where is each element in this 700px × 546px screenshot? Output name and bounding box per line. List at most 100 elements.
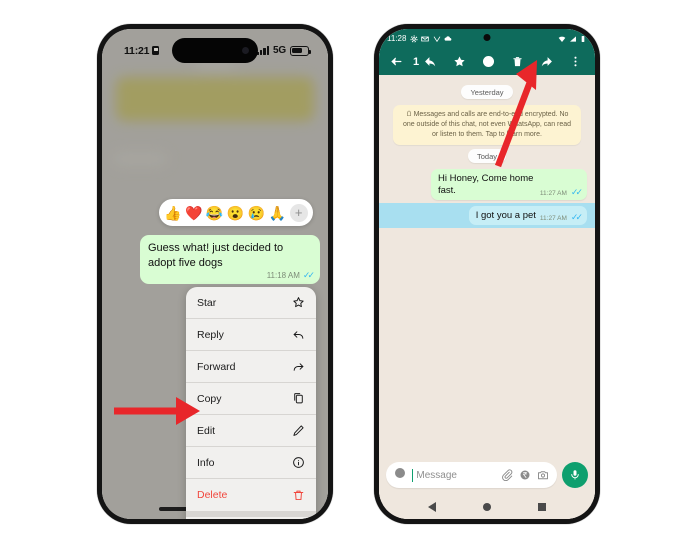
- context-menu-item-reply[interactable]: Reply: [186, 319, 316, 351]
- back-arrow-icon[interactable]: [386, 51, 407, 72]
- message-text: Hi Honey, Come home fast.: [438, 173, 534, 197]
- whatsapp-app: 11:28 1 Yesterday Messages and calls are…: [379, 29, 595, 519]
- forward-icon[interactable]: [536, 51, 557, 72]
- info-icon: [291, 456, 305, 470]
- message-input-bar: Message: [379, 457, 595, 495]
- nav-recents-icon[interactable]: [537, 503, 546, 511]
- context-menu-item-delete[interactable]: Delete: [186, 479, 316, 511]
- iphone-device: 11:21 5G 👍 ❤️ 😂 😮 😢 🙏 + Guess what! just…: [97, 24, 333, 524]
- message-text: I got you a pet: [475, 210, 536, 222]
- context-menu-item-copy[interactable]: Copy: [186, 383, 316, 415]
- encryption-notice[interactable]: Messages and calls are end-to-end encryp…: [393, 105, 581, 146]
- android-nav-bar: [379, 495, 595, 519]
- reaction-surprised-icon[interactable]: 😮: [227, 206, 244, 220]
- reaction-sad-icon[interactable]: 😢: [248, 206, 265, 220]
- star-icon[interactable]: [449, 51, 470, 72]
- date-separator-yesterday: Yesterday: [461, 85, 513, 99]
- forward-icon: [291, 360, 305, 374]
- reply-icon[interactable]: [420, 51, 441, 72]
- nav-home-icon[interactable]: [482, 503, 491, 511]
- context-menu-item-info[interactable]: Info: [186, 447, 316, 479]
- info-icon[interactable]: [478, 51, 499, 72]
- status-right-icons: 5G: [256, 45, 311, 56]
- status-right-group: [558, 35, 587, 43]
- status-time: 11:28: [387, 34, 407, 43]
- date-separator-yesterday-row: Yesterday: [387, 85, 587, 99]
- message-input[interactable]: Message: [416, 470, 495, 481]
- message-time: 11:27 AM: [539, 215, 567, 223]
- reaction-heart-icon[interactable]: ❤️: [185, 206, 202, 220]
- context-item-label: Star: [197, 296, 217, 309]
- toolbar-actions: [420, 51, 588, 72]
- selected-count: 1: [413, 55, 420, 68]
- message-time: 11:27 AM: [539, 190, 567, 198]
- message-bubble[interactable]: I got you a pet 11:27 AM ✓✓: [468, 206, 587, 226]
- text-caret: [412, 468, 414, 482]
- message-row[interactable]: Hi Honey, Come home fast. 11:27 AM ✓✓: [387, 169, 587, 201]
- date-separator-today-row: Today: [387, 149, 587, 164]
- overflow-icon[interactable]: [565, 51, 586, 72]
- cloud-icon: [445, 35, 452, 41]
- context-menu-item-star[interactable]: Star: [186, 287, 316, 319]
- lock-icon: [152, 46, 160, 55]
- android-screen: 11:28 1 Yesterday Messages and calls are…: [379, 29, 595, 519]
- status-time: 11:21: [124, 44, 150, 57]
- context-menu-item-forward[interactable]: Forward: [186, 351, 316, 383]
- message-input-pill[interactable]: Message: [386, 462, 557, 488]
- encryption-notice-text: Messages and calls are end-to-end encryp…: [402, 111, 572, 139]
- date-separator-today: Today: [467, 149, 506, 164]
- chat-thread: Yesterday Messages and calls are end-to-…: [379, 75, 595, 457]
- trash-icon: [291, 488, 305, 502]
- selection-toolbar: 1: [379, 48, 595, 75]
- message-time: 11:18 AM: [266, 271, 300, 281]
- battery-icon: [581, 35, 585, 42]
- camera-icon[interactable]: [537, 469, 549, 481]
- message-bubble[interactable]: Hi Honey, Come home fast. 11:27 AM ✓✓: [431, 169, 587, 201]
- message-row-selected[interactable]: I got you a pet 11:27 AM ✓✓: [379, 203, 595, 229]
- wifi-icon: [558, 36, 566, 42]
- reaction-thumbsup-icon[interactable]: 👍: [164, 206, 181, 220]
- status-time-group: 11:21: [124, 44, 160, 57]
- message-context-menu[interactable]: Star Reply Forward Copy Edit Info Delete: [186, 287, 316, 519]
- paperclip-icon[interactable]: [501, 469, 513, 481]
- context-menu-item-more[interactable]: More...: [186, 517, 316, 519]
- pencil-icon: [291, 424, 305, 438]
- gmail-icon: [421, 36, 430, 41]
- selected-message-bubble[interactable]: Guess what! just decided to adopt five d…: [140, 235, 320, 285]
- context-item-label: Delete: [197, 489, 228, 501]
- signal-bars-icon: [569, 35, 576, 42]
- camera-punch-hole: [481, 32, 493, 43]
- battery-icon: [290, 45, 311, 56]
- reaction-pray-icon[interactable]: 🙏: [269, 206, 286, 220]
- signal-bars-icon: [256, 46, 270, 55]
- payment-icon[interactable]: [519, 469, 531, 481]
- android-status-bar: 11:28: [379, 29, 595, 48]
- emoji-reaction-bar[interactable]: 👍 ❤️ 😂 😮 😢 🙏 +: [159, 199, 313, 226]
- add-reaction-button[interactable]: +: [289, 203, 308, 222]
- trash-icon[interactable]: [507, 51, 528, 72]
- double-check-icon: ✓✓: [570, 187, 583, 198]
- nav-back-icon[interactable]: [428, 502, 437, 512]
- context-item-label: Reply: [197, 328, 224, 341]
- android-device: 11:28 1 Yesterday Messages and calls are…: [374, 24, 600, 524]
- iphone-screen: 11:21 5G 👍 ❤️ 😂 😮 😢 🙏 + Guess what! just…: [102, 29, 328, 519]
- reply-icon: [291, 328, 305, 342]
- double-check-icon: ✓✓: [302, 270, 315, 281]
- star-icon: [291, 296, 305, 310]
- context-item-label: Forward: [197, 360, 236, 373]
- copy-icon: [291, 392, 305, 406]
- lock-icon: [406, 110, 412, 120]
- context-item-label: Copy: [197, 392, 222, 405]
- network-label: 5G: [273, 45, 286, 56]
- double-check-icon: ✓✓: [570, 212, 583, 223]
- reaction-laugh-icon[interactable]: 😂: [206, 206, 223, 220]
- message-meta: 11:18 AM ✓✓: [148, 270, 315, 281]
- context-menu-item-edit[interactable]: Edit: [186, 415, 316, 447]
- context-item-label: Edit: [197, 424, 216, 437]
- settings-icon: [410, 35, 418, 42]
- status-left-group: 11:28: [387, 34, 452, 43]
- microphone-button[interactable]: [562, 462, 588, 488]
- emoji-icon[interactable]: [394, 466, 406, 484]
- screenshot-root: 11:21 5G 👍 ❤️ 😂 😮 😢 🙏 + Guess what! just…: [0, 0, 700, 546]
- input-action-icons: [501, 469, 549, 481]
